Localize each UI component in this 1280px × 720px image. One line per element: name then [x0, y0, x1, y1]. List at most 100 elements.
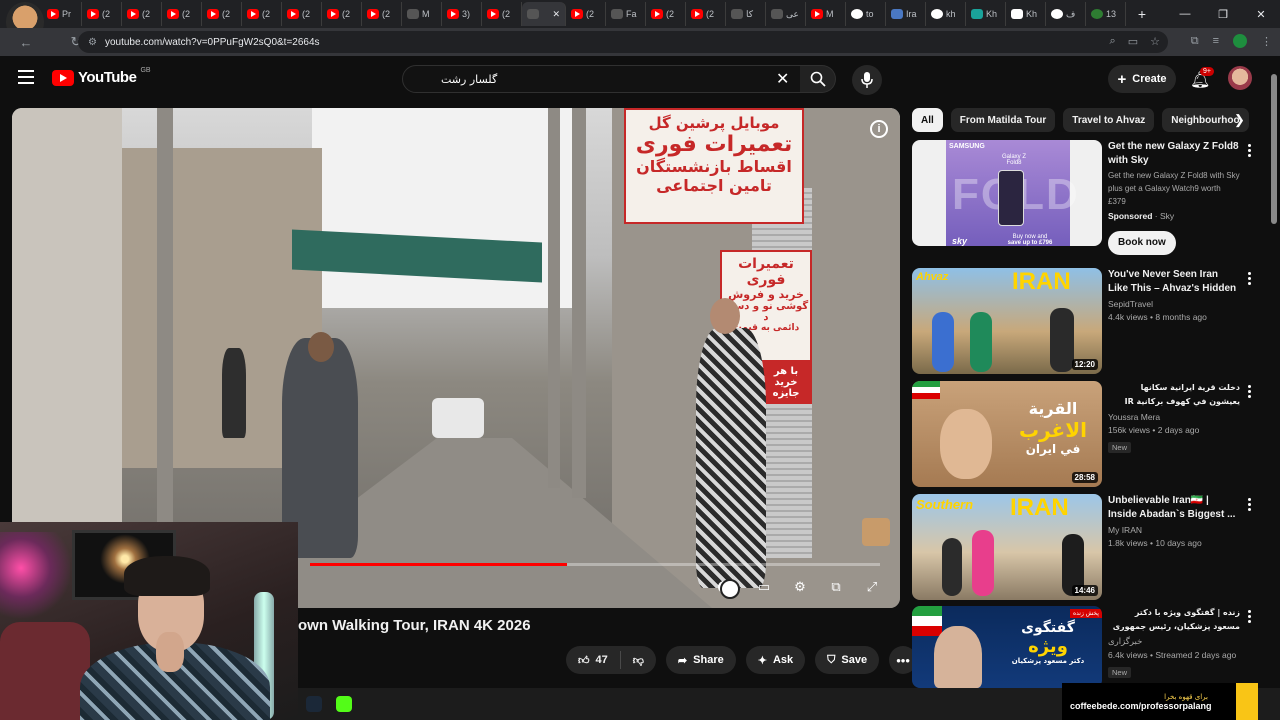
- menu-icon[interactable]: [18, 70, 34, 84]
- rec-video-card[interactable]: Southern IRAN 14:46 Unbelievable Iran🇮🇷 …: [912, 494, 1258, 602]
- browser-tab[interactable]: (2: [242, 2, 282, 26]
- like-button[interactable]: 👍︎ 47: [566, 646, 620, 674]
- channel-watermark[interactable]: [862, 518, 890, 546]
- browser-tab[interactable]: (2: [82, 2, 122, 26]
- scrollbar-thumb[interactable]: [1271, 74, 1277, 224]
- rec-title[interactable]: Get the new Galaxy Z Fold8 with Sky: [1108, 140, 1240, 168]
- save-button[interactable]: ⛉ Save: [815, 646, 880, 674]
- dislike-button[interactable]: 👎︎: [621, 646, 656, 674]
- more-menu-icon[interactable]: [1246, 610, 1252, 623]
- browser-tab[interactable]: (2: [122, 2, 162, 26]
- more-menu-icon[interactable]: [1246, 144, 1252, 157]
- rec-video-card[interactable]: پخش زنده گفتگوی ویژه دکتر مسعود پزشکیان …: [912, 606, 1258, 688]
- browser-tab[interactable]: (2: [686, 2, 726, 26]
- more-menu-icon[interactable]: [1246, 498, 1252, 511]
- browser-tab[interactable]: (2: [162, 2, 202, 26]
- browser-tab[interactable]: Pr: [42, 2, 82, 26]
- site-info-icon[interactable]: ⚙: [88, 37, 97, 48]
- rec-title[interactable]: دخلت قرية ايرانية سكانها يعيشون في كهوف …: [1108, 381, 1240, 409]
- ask-button[interactable]: ✦ Ask: [745, 646, 806, 674]
- browser-tab[interactable]: 3): [442, 2, 482, 26]
- subtitles-icon[interactable]: ▭: [754, 578, 774, 596]
- rec-title[interactable]: زنده | گفتگوی ویژه با دکتر مسعود پزشکیان…: [1108, 606, 1240, 634]
- rec-thumbnail[interactable]: القرية الاغرب في ايران 28:58: [912, 381, 1102, 487]
- browser-menu-icon[interactable]: ⋮: [1261, 35, 1272, 48]
- url-omnibox[interactable]: ⚙ youtube.com/watch?v=0PPuFgW2sQ0&t=2664…: [78, 31, 1168, 53]
- share-button[interactable]: ➦ Share: [665, 646, 736, 674]
- rec-video-card[interactable]: القرية الاغرب في ايران 28:58 دخلت قرية ا…: [912, 381, 1258, 489]
- new-tab-icon[interactable]: +: [1132, 6, 1152, 22]
- browser-tab[interactable]: Kh: [966, 2, 1006, 26]
- filter-chip[interactable]: All: [912, 108, 943, 132]
- close-window-icon[interactable]: ✕: [1242, 0, 1280, 28]
- profile-icon[interactable]: [1233, 34, 1247, 48]
- browser-tab[interactable]: ف: [1046, 2, 1086, 26]
- tab-favicon-icon: [367, 9, 379, 19]
- rec-thumbnail[interactable]: Ahvaz IRAN 12:20: [912, 268, 1102, 374]
- browser-tab[interactable]: Fa: [606, 2, 646, 26]
- plus-icon: +: [1117, 70, 1127, 88]
- book-now-button[interactable]: Book now: [1108, 231, 1176, 255]
- cast-icon[interactable]: ▭: [1128, 35, 1138, 48]
- autoplay-toggle[interactable]: [718, 578, 740, 599]
- create-button[interactable]: + Create: [1108, 65, 1176, 93]
- info-icon[interactable]: i: [870, 120, 888, 138]
- browser-tab[interactable]: Kh: [1006, 2, 1046, 26]
- browser-tab[interactable]: (2: [482, 2, 522, 26]
- media-controls-icon[interactable]: ≡: [1213, 35, 1219, 47]
- rec-channel[interactable]: Youssra Mera: [1108, 411, 1240, 424]
- browser-tab[interactable]: (2: [202, 2, 242, 26]
- bookmark-star-icon[interactable]: ☆: [1150, 35, 1160, 48]
- maximize-icon[interactable]: ❐: [1204, 0, 1242, 28]
- browser-tab[interactable]: M: [402, 2, 442, 26]
- search-input[interactable]: گلسار رشت: [402, 65, 802, 93]
- filter-chip[interactable]: Travel to Ahvaz: [1063, 108, 1155, 132]
- extensions-icon[interactable]: ⧉: [1191, 35, 1199, 48]
- sponsored-card[interactable]: SAMSUNG FOLD Galaxy Z Fold8 sky Buy now …: [912, 140, 1258, 264]
- back-icon[interactable]: ←: [14, 35, 38, 50]
- page-scrollbar[interactable]: [1270, 58, 1278, 688]
- kick-icon[interactable]: [336, 696, 352, 712]
- rec-thumbnail[interactable]: Southern IRAN 14:46: [912, 494, 1102, 600]
- miniplayer-icon[interactable]: ⧉: [826, 578, 846, 596]
- account-avatar[interactable]: [1228, 66, 1252, 90]
- rec-video-card[interactable]: Ahvaz IRAN 12:20 You've Never Seen Iran …: [912, 268, 1258, 376]
- more-menu-icon[interactable]: [1246, 385, 1252, 398]
- rec-channel[interactable]: My IRAN: [1108, 524, 1240, 537]
- filter-chip[interactable]: From Matilda Tour: [950, 108, 1056, 132]
- browser-tab[interactable]: (2: [322, 2, 362, 26]
- zoom-icon[interactable]: ⌕: [1110, 35, 1116, 48]
- browser-tab[interactable]: (2: [362, 2, 402, 26]
- fullscreen-icon[interactable]: ⤢: [862, 578, 882, 596]
- progress-bar[interactable]: [310, 563, 880, 566]
- browser-tab[interactable]: kh: [926, 2, 966, 26]
- clear-search-icon[interactable]: ✕: [776, 69, 789, 89]
- url-text: youtube.com/watch?v=0PPuFgW2sQ0&t=2664s: [104, 36, 320, 48]
- browser-tab[interactable]: کا: [726, 2, 766, 26]
- more-menu-icon[interactable]: [1246, 272, 1252, 285]
- minimize-icon[interactable]: ―: [1166, 0, 1204, 28]
- voice-search-button[interactable]: [852, 65, 882, 95]
- browser-tab-active[interactable]: ✕: [522, 2, 566, 26]
- rec-channel[interactable]: خبرگزاری: [1108, 636, 1240, 649]
- close-tab-icon[interactable]: ✕: [552, 9, 560, 20]
- browser-tab[interactable]: (2: [282, 2, 322, 26]
- browser-tab[interactable]: (2: [646, 2, 686, 26]
- search-button[interactable]: [800, 65, 836, 93]
- rec-thumbnail[interactable]: پخش زنده گفتگوی ویژه دکتر مسعود پزشکیان: [912, 606, 1102, 688]
- browser-tab[interactable]: (2: [566, 2, 606, 26]
- donation-banner[interactable]: برای قهوه بخرا coffeebede.com/professorp…: [1062, 683, 1258, 720]
- youtube-logo[interactable]: YouTube GB: [52, 67, 151, 86]
- settings-gear-icon[interactable]: ⚙: [790, 578, 810, 596]
- steam-icon[interactable]: [306, 696, 322, 712]
- sponsored-thumbnail[interactable]: SAMSUNG FOLD Galaxy Z Fold8 sky Buy now …: [912, 140, 1102, 246]
- chevron-right-icon[interactable]: ❯: [1234, 112, 1245, 128]
- rec-title[interactable]: Unbelievable Iran🇮🇷 | Inside Abadan`s Bi…: [1108, 494, 1240, 522]
- rec-channel[interactable]: SepidTravel: [1108, 298, 1240, 311]
- browser-tab[interactable]: to: [846, 2, 886, 26]
- browser-tab[interactable]: عی: [766, 2, 806, 26]
- browser-tab[interactable]: Ira: [886, 2, 926, 26]
- browser-tab[interactable]: M: [806, 2, 846, 26]
- browser-tab[interactable]: 13: [1086, 2, 1126, 26]
- rec-title[interactable]: You've Never Seen Iran Like This – Ahvaz…: [1108, 268, 1240, 296]
